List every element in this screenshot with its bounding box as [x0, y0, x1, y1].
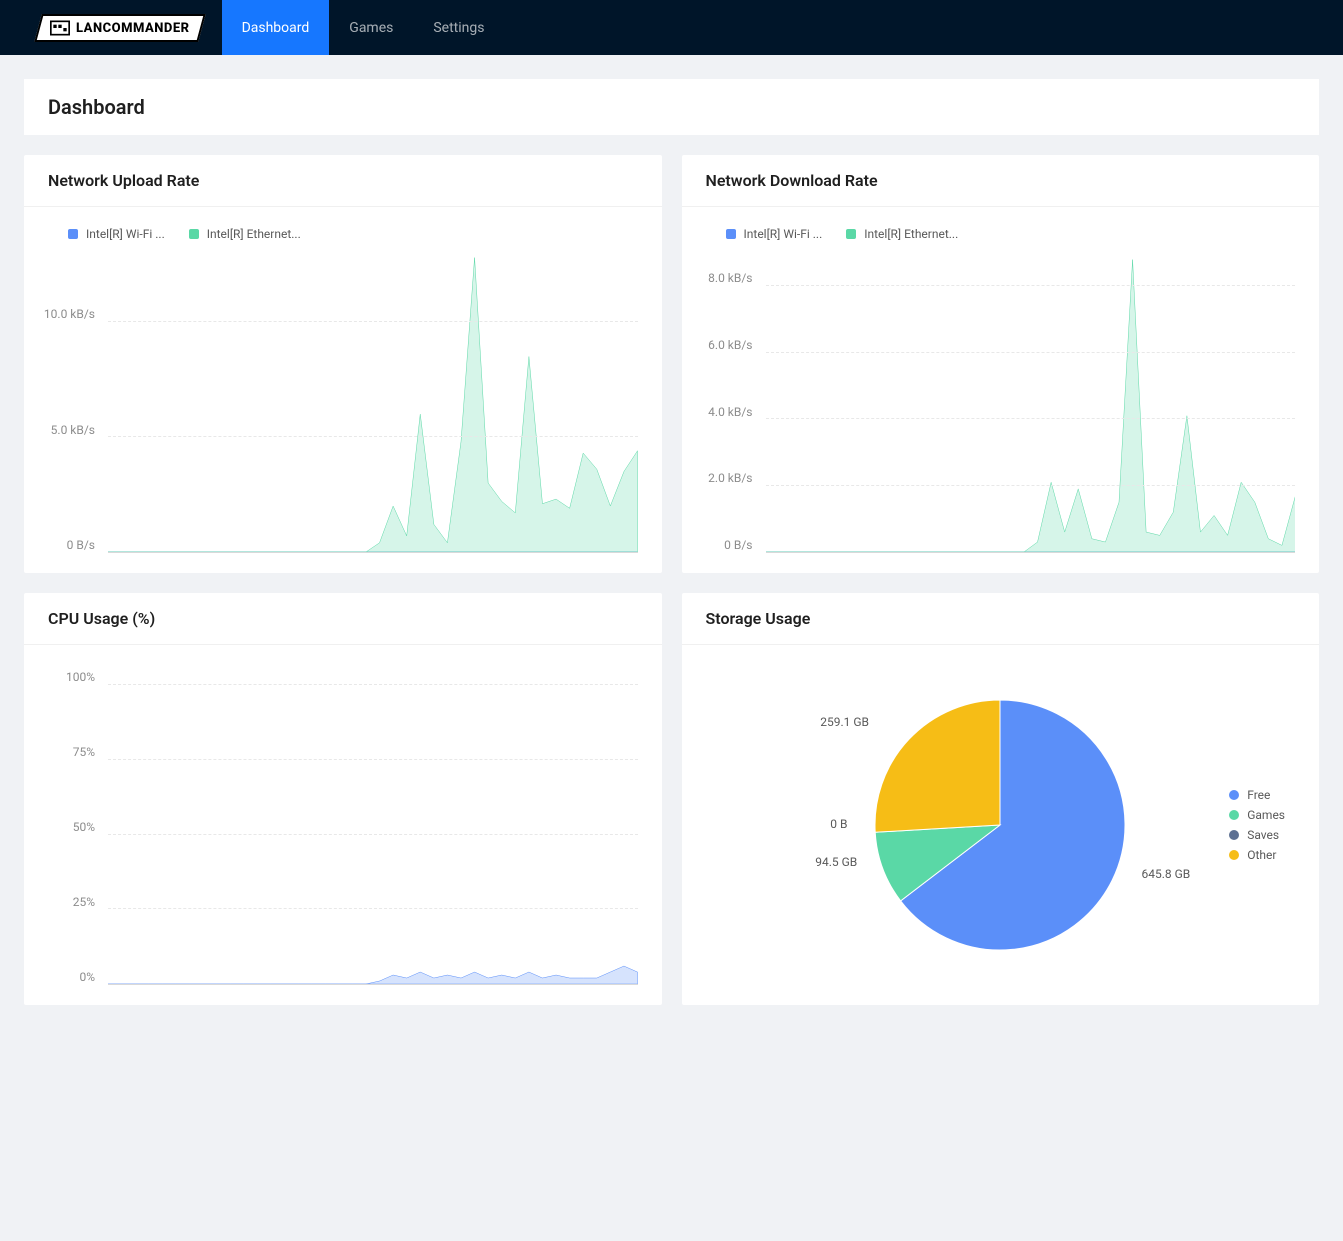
upload-chart: 0 B/s 5.0 kB/s 10.0 kB/s — [108, 253, 638, 553]
legend-ethernet[interactable]: Intel[R] Ethernet... — [846, 227, 958, 241]
pie-label-saves: 0 B — [830, 817, 847, 831]
pie-label-other: 259.1 GB — [820, 715, 869, 729]
card-storage: Storage Usage 259.1 GB 0 B 94.5 GB 645.8… — [682, 593, 1320, 1005]
main-nav: Dashboard Games Settings — [222, 0, 505, 55]
card-download: Network Download Rate Intel[R] Wi-Fi ...… — [682, 155, 1320, 573]
pie-label-games: 94.5 GB — [815, 855, 857, 869]
card-title: Network Upload Rate — [24, 155, 662, 207]
download-chart: 0 B/s 2.0 kB/s 4.0 kB/s 6.0 kB/s 8.0 kB/… — [766, 253, 1296, 553]
legend-saves[interactable]: Saves — [1229, 828, 1285, 842]
chart-legend: Intel[R] Wi-Fi ... Intel[R] Ethernet... — [48, 227, 638, 241]
card-title: Network Download Rate — [682, 155, 1320, 207]
legend-wifi[interactable]: Intel[R] Wi-Fi ... — [68, 227, 165, 241]
brand-name: LANCOMMANDER — [76, 20, 190, 35]
legend-free[interactable]: Free — [1229, 788, 1285, 802]
nav-settings[interactable]: Settings — [413, 0, 504, 55]
pie-legend: Free Games Saves Other — [1229, 782, 1285, 868]
nav-games[interactable]: Games — [329, 0, 413, 55]
legend-wifi[interactable]: Intel[R] Wi-Fi ... — [726, 227, 823, 241]
legend-ethernet[interactable]: Intel[R] Ethernet... — [189, 227, 301, 241]
card-title: CPU Usage (%) — [24, 593, 662, 645]
cpu-chart: 0% 25% 50% 75% 100% — [108, 685, 638, 985]
dashboard-grid: Network Upload Rate Intel[R] Wi-Fi ... I… — [24, 155, 1319, 1005]
logo-icon — [50, 20, 70, 36]
card-upload: Network Upload Rate Intel[R] Wi-Fi ... I… — [24, 155, 662, 573]
storage-chart: 259.1 GB 0 B 94.5 GB 645.8 GB Free Games… — [706, 665, 1296, 985]
legend-games[interactable]: Games — [1229, 808, 1285, 822]
card-cpu: CPU Usage (%) 0% 25% 50% 75% 100% — [24, 593, 662, 1005]
legend-other[interactable]: Other — [1229, 848, 1285, 862]
chart-legend: Intel[R] Wi-Fi ... Intel[R] Ethernet... — [706, 227, 1296, 241]
nav-dashboard[interactable]: Dashboard — [222, 0, 330, 55]
app-header: LANCOMMANDER Dashboard Games Settings — [0, 0, 1343, 55]
page-title: Dashboard — [48, 95, 1295, 119]
pie-label-free: 645.8 GB — [1141, 867, 1190, 881]
page-header: Dashboard — [24, 79, 1319, 135]
brand-logo[interactable]: LANCOMMANDER — [34, 14, 205, 42]
card-title: Storage Usage — [682, 593, 1320, 645]
page-content: Dashboard Network Upload Rate Intel[R] W… — [0, 55, 1343, 1029]
